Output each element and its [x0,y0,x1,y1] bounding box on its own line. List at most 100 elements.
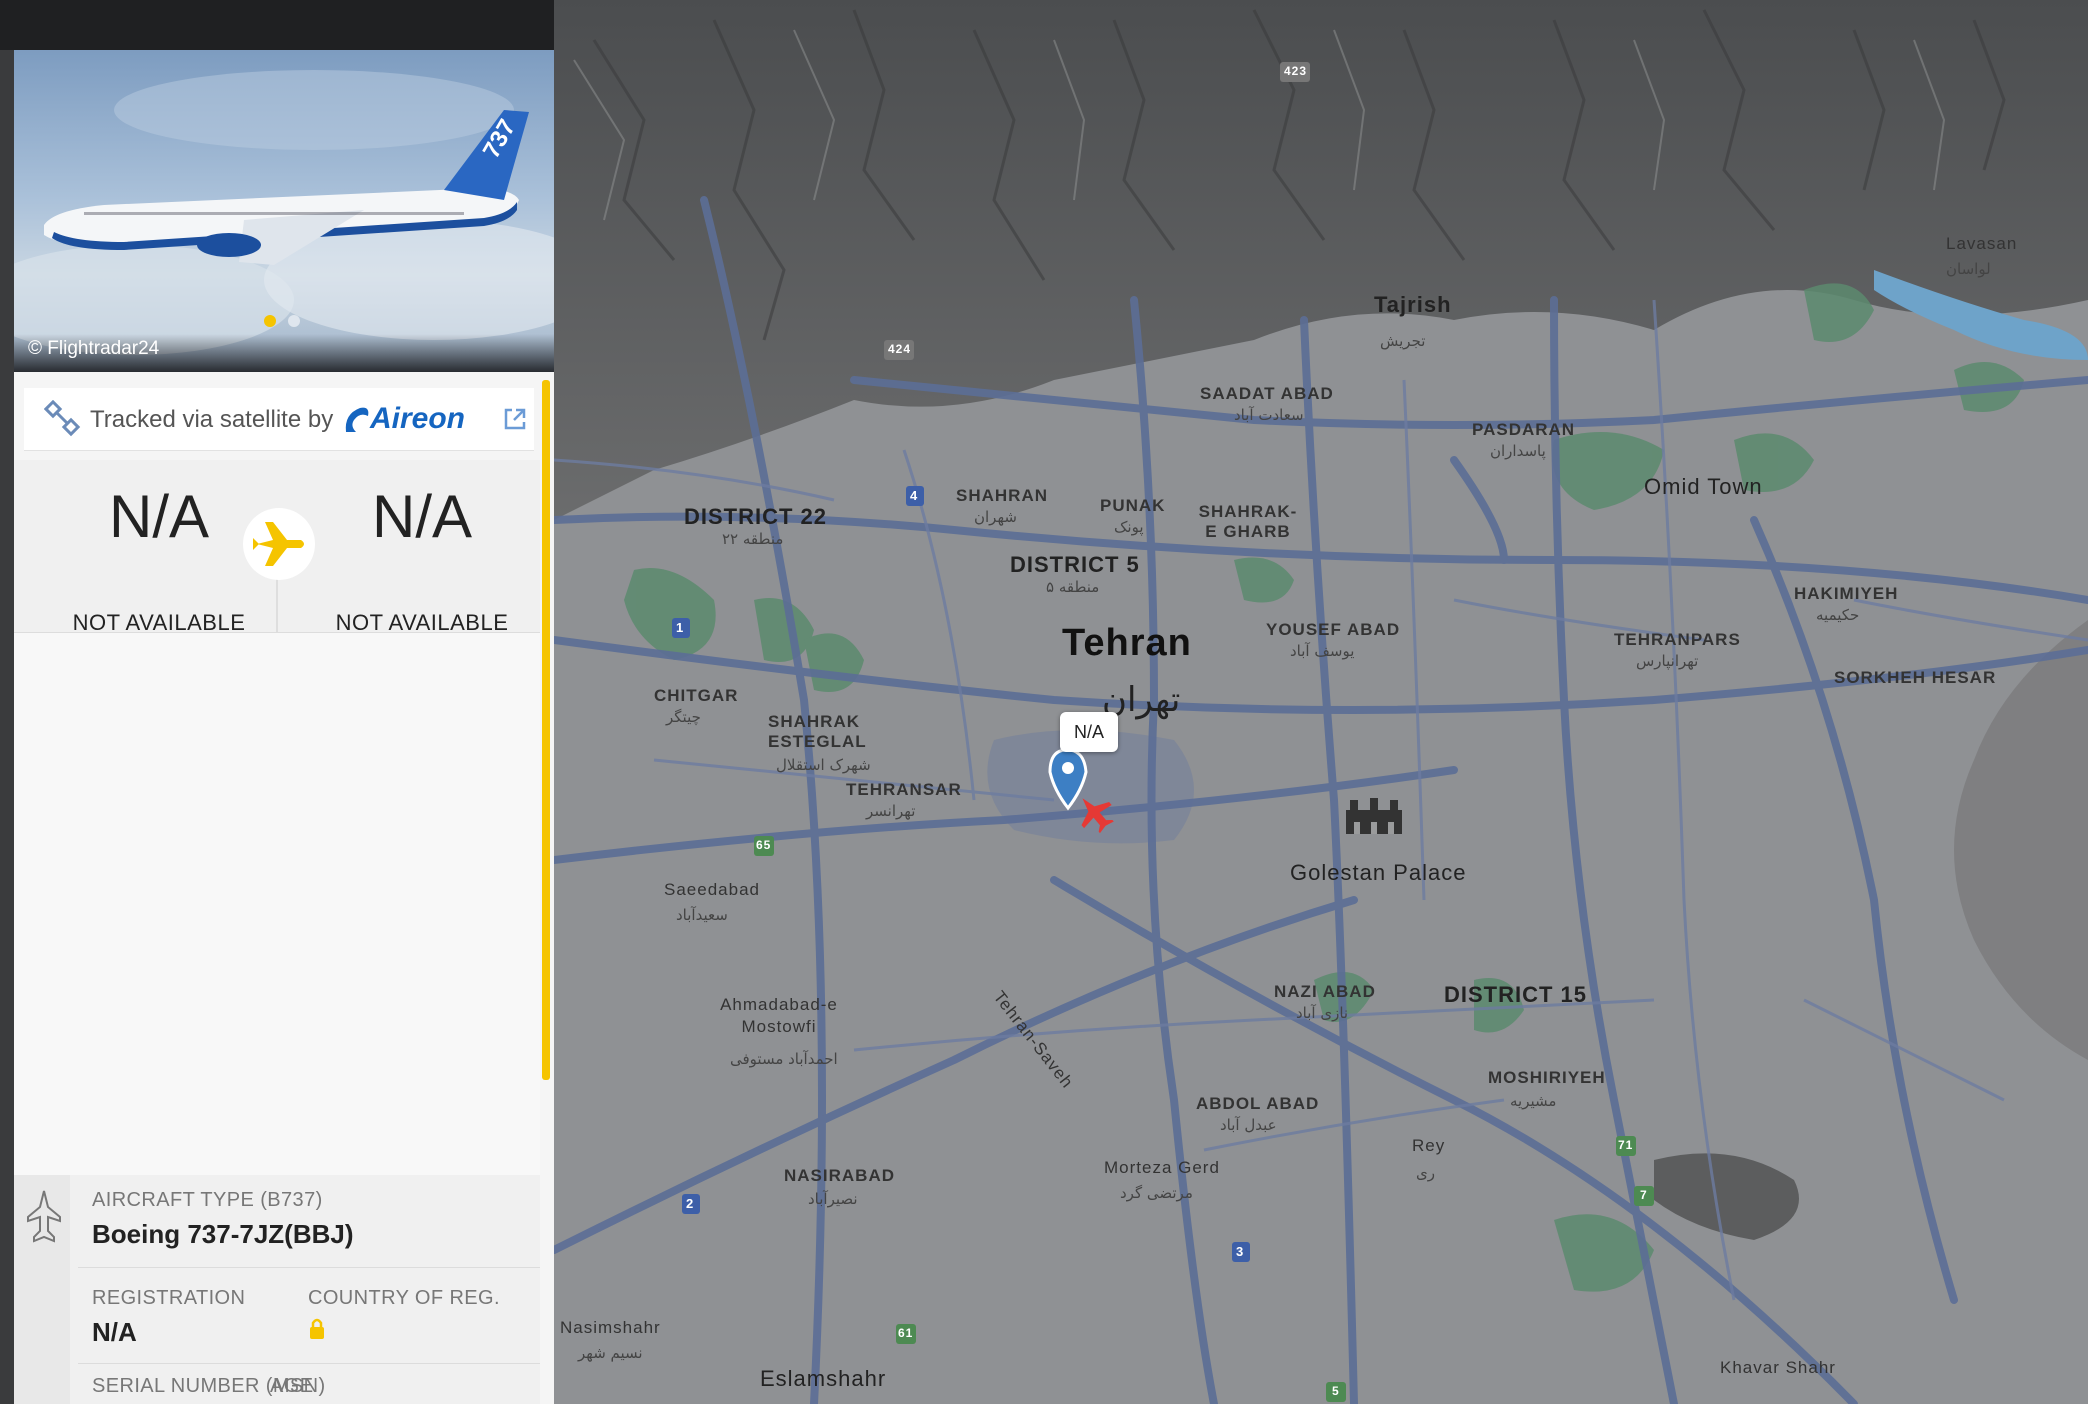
map-label-golestan-palace: Golestan Palace [1290,860,1467,885]
registration-value: N/A [92,1317,137,1347]
map-label-eslamshahr: Eslamshahr [760,1366,887,1391]
golestan-palace-icon [1346,798,1402,834]
highway-424: 424 [888,342,912,356]
info-divider [78,1363,540,1364]
map-label-moshiriyeh: MOSHIRIYEH [1488,1068,1606,1087]
map-label-pasdaran-fa: پاسداران [1490,442,1546,460]
highway-2: 2 [686,1196,695,1211]
carousel-dot-1[interactable] [264,315,276,327]
map-label-chitgar-fa: چیتگر [666,708,701,726]
flight-callsign-tag[interactable]: N/A [1060,712,1118,752]
map-label-saeedabad-fa: سعیدآباد [676,906,728,924]
aireon-link[interactable]: Aireon [370,402,465,436]
highway-4: 4 [910,488,919,503]
map-label-abdol-abad-fa: عبدل آباد [1220,1116,1277,1134]
map-canvas [554,0,2088,1404]
map-label-shahran: SHAHRAN [956,486,1048,505]
map-label-nasirabad: NASIRABAD [784,1166,895,1185]
map-label-rey: Rey [1412,1136,1446,1155]
map-label-moshiriyeh-fa: مشیریه [1510,1092,1557,1110]
map-label-rey-fa: ری [1416,1164,1435,1182]
map-label-morteza-gerd: Morteza Gerd [1104,1158,1220,1177]
top-bar [0,0,554,50]
map-label-omid-town: Omid Town [1644,474,1763,499]
map-label-tajrish-fa: تجریش [1380,332,1426,350]
country-of-reg-label: COUNTRY OF REG. [308,1287,500,1309]
map-label-shahran-fa: شهران [974,508,1017,526]
highway-7: 7 [1640,1188,1648,1202]
map-label-chitgar: CHITGAR [654,686,739,705]
tracked-via-label: Tracked via satellite by [90,406,334,433]
flight-info-panel: 737 © Flightradar24 Tracked via satellit… [14,50,554,1404]
map-label-nasirabad-fa: نصیرآباد [808,1190,858,1208]
highway-3: 3 [1236,1244,1245,1259]
photo-carousel-dots [264,314,312,332]
map-label-saadat-abad-fa: سعادت آباد [1234,406,1304,424]
map-label-tehransar-fa: تهرانسر [866,802,916,820]
aircraft-type-label: AIRCRAFT TYPE (B737) [92,1189,323,1211]
map-label-saeedabad: Saeedabad [664,880,760,899]
origin-code[interactable]: N/A [44,482,274,551]
map-label-tehransar: TEHRANSAR [846,780,962,799]
map-label-hakimiyeh-fa: حکیمیه [1816,606,1860,624]
age-label: AGE [270,1375,314,1397]
info-divider [78,1267,540,1268]
map-label-morteza-gerd-fa: مرتضی گرد [1120,1184,1193,1202]
aircraft-photo[interactable]: 737 © Flightradar24 [14,50,554,372]
map-label-punak: PUNAK [1100,496,1166,515]
aircraft-icon [27,1190,61,1243]
left-edge-strip [0,50,14,1404]
airplane-icon [253,522,304,566]
map-label-tehran: Tehran [1062,622,1192,664]
map-label-khavar-shahr: Khavar Shahr [1720,1358,1836,1377]
panel-empty-area [14,633,540,1175]
map-label-district-15: DISTRICT 15 [1444,982,1588,1007]
map-label-nasimshahr-fa: نسیم شهر [578,1344,643,1362]
map-label-district-5: DISTRICT 5 [1010,552,1140,577]
map-label-hakimiyeh: HAKIMIYEH [1794,584,1899,603]
aircraft-info-section: AIRCRAFT TYPE (B737) Boeing 737-7JZ(BBJ)… [14,1175,540,1404]
map-label-tehranpars-fa: تهرانپارس [1636,652,1699,670]
map-label-district-22: DISTRICT 22 [684,504,828,529]
highway-5: 5 [1332,1384,1340,1398]
map-label-lavasan-fa: لواسان [1946,260,1991,278]
map-view[interactable]: 423 424 4 1 65 2 3 61 71 7 5 Tajrish تجر… [554,0,2088,1404]
map-label-district-22-fa: منطقه ۲۲ [722,530,784,548]
map-label-abdol-abad: ABDOL ABAD [1196,1094,1320,1113]
map-label-shahrak-gharb: SHAHRAK-E GHARB [1198,502,1298,541]
satellite-icon [43,399,84,445]
lock-icon[interactable] [308,1317,326,1346]
map-label-punak-fa: پونک [1114,518,1144,536]
highway-61: 61 [898,1326,914,1340]
map-label-yousef-abad-fa: یوسف آباد [1290,642,1355,660]
carousel-dot-2[interactable] [288,315,300,327]
highway-1: 1 [676,620,685,635]
highway-423: 423 [1284,64,1308,78]
map-label-tajrish: Tajrish [1374,292,1452,317]
map-label-yousef-abad: YOUSEF ABAD [1266,620,1401,639]
route-plane-badge [243,508,315,580]
map-label-shahrak-esteghlal-fa: شهرک استقلال [776,756,871,774]
map-label-nasimshahr: Nasimshahr [560,1318,661,1337]
map-label-shahrak-esteghlal: SHAHRAK ESTEGLAL [768,712,867,751]
panel-scrollbar[interactable] [542,380,550,1080]
map-label-ahmadabad-fa: احمدآباد مستوفی [730,1050,838,1068]
route-summary: N/A NOT AVAILABLE N/A NOT AVAILABLE [14,460,540,635]
registration-label: REGISTRATION [92,1287,246,1309]
highway-71: 71 [1618,1138,1634,1152]
map-label-saadat-abad: SAADAT ABAD [1200,384,1334,403]
highway-65: 65 [756,838,772,852]
map-label-tehranpars: TEHRANPARS [1614,630,1741,649]
destination-code[interactable]: N/A [307,482,537,551]
tracked-via-satellite-bar: Tracked via satellite by Aireon [24,388,534,451]
map-label-lavasan: Lavasan [1946,234,2018,253]
map-label-district-5-fa: منطقه ۵ [1046,578,1100,596]
aircraft-section-icon-column [14,1175,70,1404]
aireon-logo-icon [342,404,372,441]
map-label-nazi-abad-fa: نازی آباد [1296,1004,1349,1022]
aircraft-type-value: Boeing 737-7JZ(BBJ) [92,1219,354,1249]
external-link-icon[interactable] [502,406,528,437]
map-label-nazi-abad: NAZI ABAD [1274,982,1376,1001]
map-label-ahmadabad: Ahmadabad-e Mostowfi [720,995,838,1036]
map-label-pasdaran: PASDARAN [1472,420,1576,439]
